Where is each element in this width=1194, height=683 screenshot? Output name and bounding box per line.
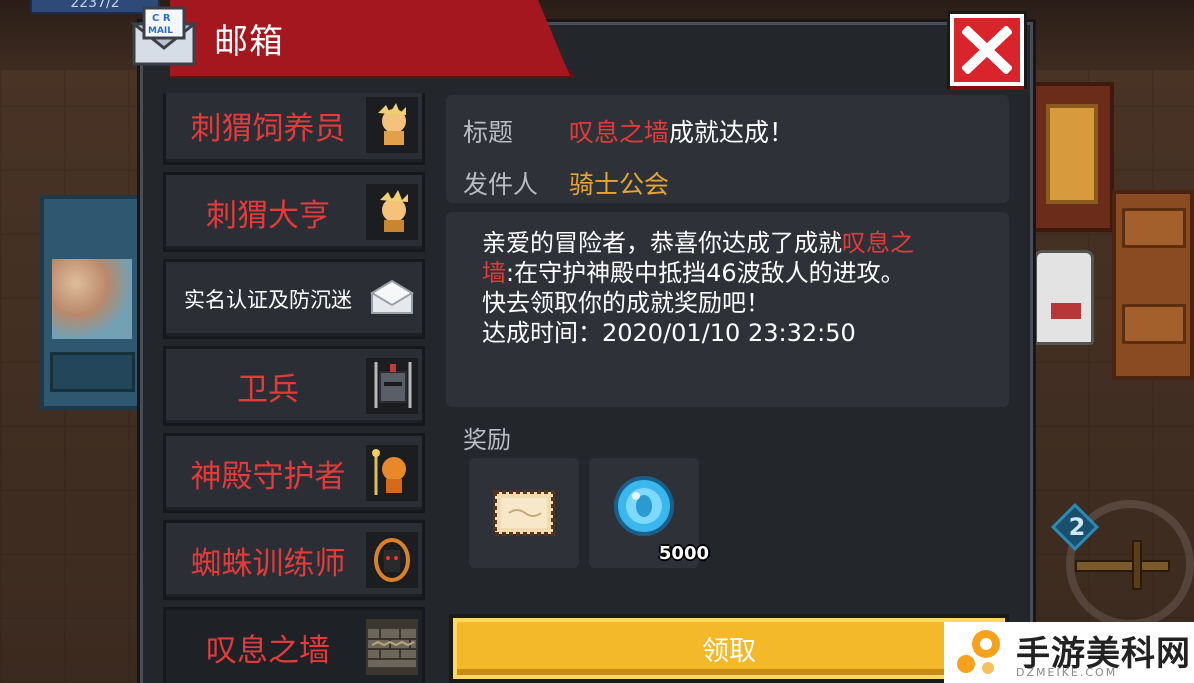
cabinet	[1032, 82, 1114, 232]
watermark-logo-icon	[950, 626, 1010, 680]
watermark: 手游美科网 DZMEIKE.COM	[944, 622, 1194, 683]
mail-item-label: 实名认证及防沉迷	[184, 288, 352, 312]
close-icon	[962, 26, 1012, 74]
sender-value: 骑士公会	[569, 170, 670, 199]
claim-button[interactable]: 领取	[449, 614, 1009, 683]
close-button[interactable]	[950, 14, 1024, 86]
drawer	[1112, 190, 1194, 380]
body-line: 墙:在守护神殿中抵挡46波敌人的进攻。	[482, 258, 982, 288]
mail-item-label: 卫兵	[237, 371, 299, 408]
body-line: 亲爱的冒险者，恭喜你达成了成就叹息之	[482, 228, 982, 258]
mail-body: 亲爱的冒险者，恭喜你达成了成就叹息之 墙:在守护神殿中抵挡46波敌人的进攻。 快…	[446, 212, 1009, 407]
hedgehog-tycoon-avatar	[366, 184, 418, 240]
achievement-name: 叹息之	[842, 229, 914, 257]
mail-item-wailing-wall[interactable]: 叹息之墙	[163, 607, 425, 683]
temple-guardian-avatar	[366, 445, 418, 501]
body-text-segment: :在守护神殿中抵挡46波敌人的进攻。	[506, 259, 905, 287]
drawer-shelf	[1122, 208, 1186, 248]
hedgehog-keeper-avatar	[366, 97, 418, 153]
mail-body-text: 亲爱的冒险者，恭喜你达成了成就叹息之 墙:在守护神殿中抵挡46波敌人的进攻。 快…	[482, 228, 982, 348]
svg-text:C R: C R	[152, 13, 171, 24]
body-text-segment: 亲爱的冒险者，恭喜你达成了成就	[482, 229, 842, 257]
mail-item-label: 叹息之墙	[206, 632, 330, 669]
rewards-label: 奖励	[463, 426, 511, 454]
reward-quantity: 5000	[658, 543, 709, 564]
mail-item-spider-trainer[interactable]: 蜘蛛训练师	[163, 520, 425, 600]
guard-avatar	[366, 358, 418, 414]
subject-rest: 成就达成！	[669, 118, 795, 147]
mail-item-label: 蜘蛛训练师	[190, 545, 346, 582]
crossbow-icon	[1075, 560, 1170, 572]
gacha-machine	[40, 195, 145, 410]
mail-item-label: 神殿守护者	[190, 458, 346, 495]
subject-label: 标题	[463, 118, 514, 147]
svg-text:MAIL: MAIL	[148, 26, 173, 36]
mail-item-guard[interactable]: 卫兵	[163, 346, 425, 426]
mail-item-realname-verification[interactable]: 实名认证及防沉迷	[163, 259, 425, 339]
gacha-machine-glass	[52, 259, 132, 339]
sender-label: 发件人	[463, 170, 539, 199]
mail-item-label: 刺猬大亨	[206, 197, 330, 234]
envelope-icon	[366, 271, 418, 327]
achievement-time: 达成时间：2020/01/10 23:32:50	[482, 319, 856, 347]
drawer-shelf	[1122, 304, 1186, 344]
mail-item-hedgehog-keeper[interactable]: 刺猬饲养员	[163, 93, 425, 165]
gacha-machine-panel	[50, 352, 135, 392]
watermark-url: DZMEIKE.COM	[1016, 666, 1118, 679]
wailing-wall-avatar	[366, 619, 418, 675]
crossbow-stock	[1132, 540, 1142, 590]
body-line: 快去领取你的成就奖励吧！	[482, 289, 770, 317]
weapon-slot-number: 2	[1068, 513, 1086, 541]
mail-item-label: 刺猬饲养员	[190, 110, 346, 147]
mail-header: 标题 叹息之墙成就达成！ 发件人 骑士公会	[446, 95, 1009, 203]
reward-slot-gems[interactable]: 5000	[589, 458, 709, 568]
bunny-npc	[1034, 250, 1094, 345]
mail-item-hedgehog-tycoon[interactable]: 刺猬大亨	[163, 172, 425, 252]
subject-value: 叹息之墙成就达成！	[569, 113, 794, 149]
achievement-name: 墙	[482, 259, 506, 287]
scroll-icon	[493, 490, 555, 536]
reward-slot-scroll[interactable]	[469, 458, 579, 568]
mail-item-temple-guardian[interactable]: 神殿守护者	[163, 433, 425, 513]
cabinet-door	[1046, 104, 1098, 204]
spider-trainer-avatar	[366, 532, 418, 588]
subject-highlight: 叹息之墙	[569, 118, 670, 147]
bunny-mouth	[1051, 303, 1081, 319]
window-title: 邮箱	[214, 22, 284, 62]
mail-list[interactable]: 刺猬饲养员 刺猬大亨 实名认证及防沉迷 卫兵 神殿守护者 蜘蛛训练师 叹息之墙	[163, 93, 426, 683]
mail-icon: C R MAIL	[129, 6, 199, 68]
